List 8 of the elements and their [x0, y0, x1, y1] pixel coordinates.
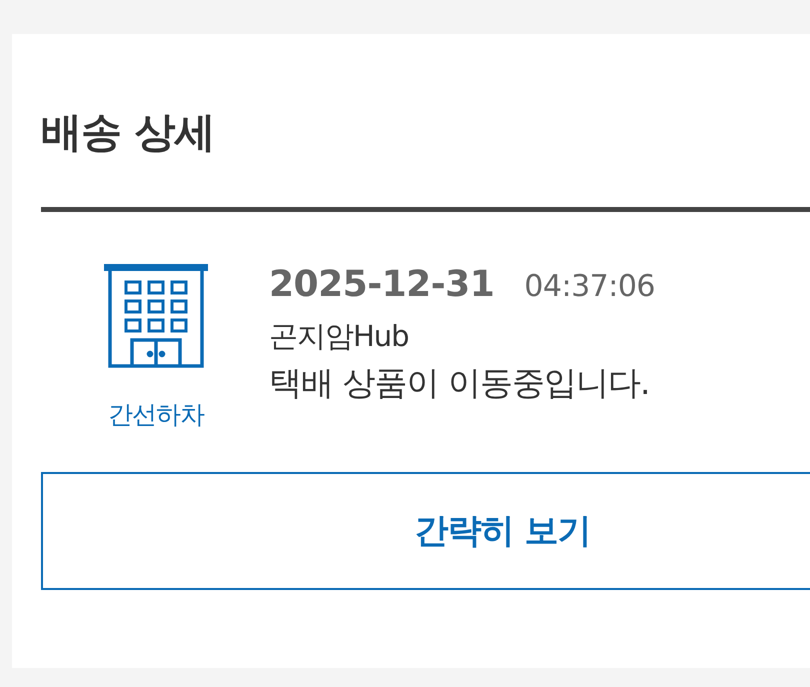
event-message: 택배 상품이 이동중입니다. — [269, 362, 650, 404]
building-icon — [104, 264, 208, 368]
event-location: 곤지암Hub — [269, 318, 410, 355]
section-title: 배송 상세 — [41, 107, 216, 158]
collapse-button[interactable]: 간략히 보기 — [41, 472, 810, 590]
event-time: 04:37:06 — [524, 269, 656, 304]
event-date: 2025-12-31 — [269, 264, 494, 305]
status-label: 간선하차 — [108, 399, 204, 431]
